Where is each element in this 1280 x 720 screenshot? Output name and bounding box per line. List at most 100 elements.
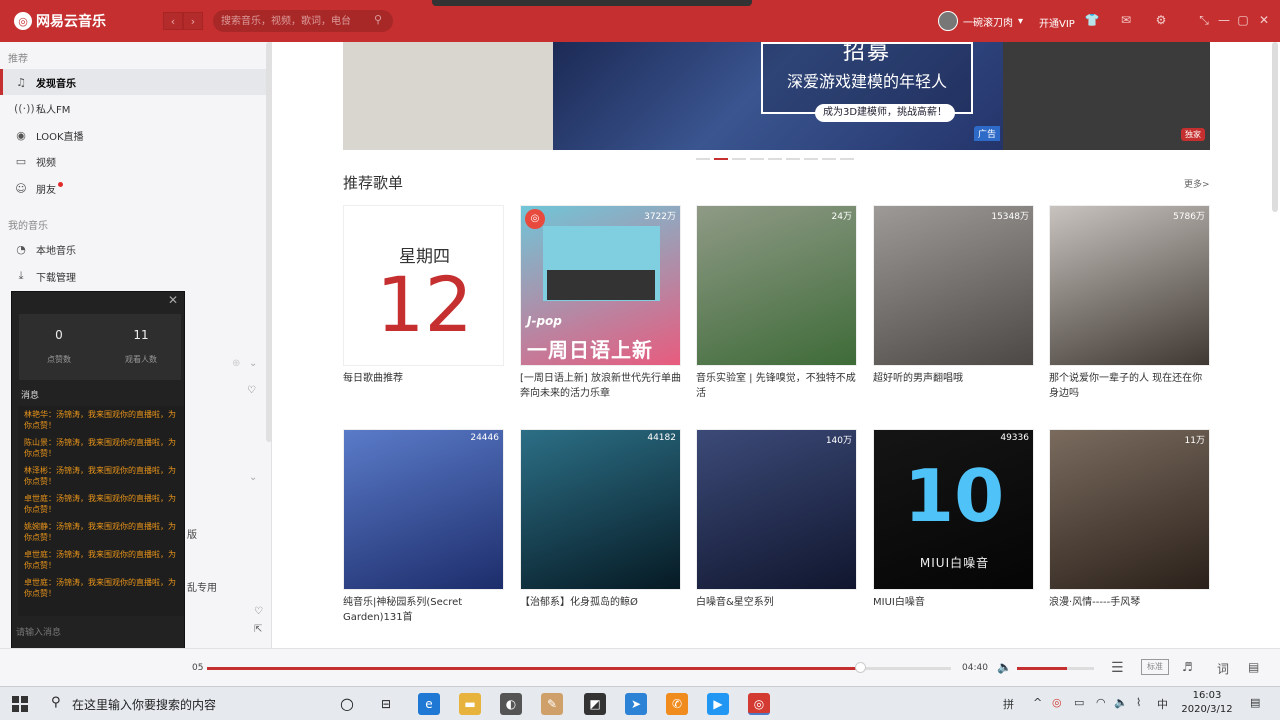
edge-icon[interactable]: e <box>418 693 440 715</box>
card-title[interactable]: 那个说爱你一辈子的人 现在还在你身边吗 <box>1049 371 1210 401</box>
file-explorer-icon[interactable]: ▬ <box>459 693 481 715</box>
caret-down-icon[interactable]: ▾ <box>1018 16 1023 27</box>
search-input[interactable] <box>213 10 393 32</box>
playlist-cover[interactable]: 140万 <box>696 429 857 590</box>
chevron-down-icon[interactable]: ⌄ <box>249 358 257 369</box>
carousel-dot[interactable] <box>732 158 746 160</box>
share-icon[interactable]: ⇱ <box>254 624 262 635</box>
volume-icon[interactable]: 🔈 <box>997 660 1012 674</box>
sound-effect-icon[interactable]: ♬ <box>1182 660 1193 674</box>
search-icon[interactable]: ⚲ <box>374 14 386 26</box>
carousel-dot[interactable] <box>804 158 818 160</box>
sidebar-item-discover[interactable]: ♫ 发现音乐 <box>0 69 266 95</box>
banner-prev-slide[interactable] <box>343 42 553 150</box>
cortana-icon[interactable]: ○ <box>336 693 358 715</box>
tray-icon[interactable]: ⌇ <box>1136 696 1141 709</box>
app-icon[interactable]: ◐ <box>500 693 522 715</box>
notification-icon[interactable]: ▤ <box>1250 696 1260 709</box>
playlist-card[interactable]: 15348万超好听的男声翻唱哦 <box>873 205 1034 386</box>
sidebar-item-downloads[interactable]: ⤓ 下载管理 <box>0 263 266 289</box>
ime-label[interactable]: 中 <box>1157 696 1168 712</box>
sidebar-playlist-fragment[interactable]: 乱专用 <box>187 579 217 594</box>
carousel-dot[interactable] <box>840 158 854 160</box>
windows-start-icon[interactable] <box>12 696 28 712</box>
message-list[interactable]: 林艳华：汤锦涛，我来围观你的直播啦，为你点赞！ 陈山景：汤锦涛，我来围观你的直播… <box>18 406 184 616</box>
app-icon[interactable]: ➤ <box>625 693 647 715</box>
progress-knob[interactable] <box>855 662 867 673</box>
playlist-card[interactable]: 24446 纯音乐|神秘园系列(Secret Garden)131首 <box>343 429 504 625</box>
message-input[interactable] <box>16 620 180 644</box>
playlist-cover[interactable]: 44182 <box>520 429 681 590</box>
mail-icon[interactable]: ✉ <box>1118 12 1134 28</box>
settings-gear-icon[interactable]: ⚙ <box>1153 12 1169 28</box>
card-title[interactable]: 【治郁系】化身孤岛的鲸Ø <box>520 595 681 610</box>
quality-button[interactable]: 标准 <box>1141 659 1169 675</box>
volume-icon[interactable]: 🔈 <box>1114 696 1128 709</box>
close-icon[interactable]: ✕ <box>1256 12 1272 28</box>
netease-tray-icon[interactable]: ◎ <box>1052 696 1062 709</box>
card-title[interactable]: 超好听的男声翻唱哦 <box>873 371 1034 386</box>
playlist-card[interactable]: 49336 10 MIUI白噪音 MIUI白噪音 <box>873 429 1034 610</box>
maximize-icon[interactable]: ▢ <box>1235 12 1251 28</box>
daily-cover[interactable]: 星期四 12 <box>343 205 504 366</box>
playlist-card[interactable]: 3722万 ◎ J-pop 一周日语上新 [一周日语上新] 放浪新世代先行单曲 奔向未来… <box>520 205 681 401</box>
playlist-cover[interactable]: 5786万 <box>1049 205 1210 366</box>
sidebar-item-local-music[interactable]: ◔ 本地音乐 <box>0 236 266 262</box>
playlist-cover[interactable]: 49336 10 MIUI白噪音 <box>873 429 1034 590</box>
close-icon[interactable]: ✕ <box>168 293 178 307</box>
paint-icon[interactable]: ✎ <box>541 693 563 715</box>
minimize-icon[interactable]: — <box>1216 12 1232 28</box>
playlist-cover[interactable]: 11万 <box>1049 429 1210 590</box>
avatar[interactable] <box>938 11 958 31</box>
sidebar-item-friends[interactable]: ☺ 朋友 <box>0 175 266 201</box>
carousel-dot[interactable] <box>822 158 836 160</box>
daily-recommend-card[interactable]: 星期四 12 每日歌曲推荐 <box>343 205 504 386</box>
heart-mode-icon[interactable]: ♡ <box>247 385 256 396</box>
create-playlist-icon[interactable]: ⊕ <box>232 358 240 369</box>
sidebar-item-video[interactable]: ▭ 视频 <box>0 148 266 174</box>
sidebar-playlist-fragment[interactable]: 版 <box>187 526 197 541</box>
playlist-mode-icon[interactable]: ☰ <box>1111 660 1124 676</box>
carousel-dot[interactable] <box>768 158 782 160</box>
skin-icon[interactable]: 👕 <box>1084 12 1100 28</box>
card-title[interactable]: 音乐实验室 | 先锋嗅觉，不独特不成活 <box>696 371 857 401</box>
playlist-cover[interactable]: 15348万 <box>873 205 1034 366</box>
mini-mode-icon[interactable]: ⤡ <box>1196 12 1212 28</box>
playlist-cover[interactable]: 3722万 ◎ J-pop 一周日语上新 <box>520 205 681 366</box>
task-view-icon[interactable]: ⊟ <box>375 693 397 715</box>
app-icon[interactable]: ✆ <box>666 693 688 715</box>
app-icon[interactable]: ▶ <box>707 693 729 715</box>
carousel-dot[interactable] <box>786 158 800 160</box>
playlist-card[interactable]: 11万浪漫·风情-----手风琴 <box>1049 429 1210 610</box>
carousel-dot[interactable] <box>714 158 728 160</box>
sidebar-item-look-live[interactable]: ◉ LOOK直播 <box>0 122 266 148</box>
chevron-down-icon[interactable]: ⌄ <box>249 472 257 483</box>
app-logo[interactable]: ◎ 网易云音乐 <box>14 11 106 31</box>
ime-icon[interactable]: 拼 <box>1003 696 1014 712</box>
card-title[interactable]: 纯音乐|神秘园系列(Secret Garden)131首 <box>343 595 504 625</box>
card-title[interactable]: 白噪音&星空系列 <box>696 595 857 610</box>
card-title[interactable]: 浪漫·风情-----手风琴 <box>1049 595 1210 610</box>
card-title[interactable]: MIUI白噪音 <box>873 595 1034 610</box>
search-icon[interactable]: ⚲ <box>51 695 61 710</box>
carousel-dot[interactable] <box>696 158 710 160</box>
netease-music-taskbar-icon[interactable]: ◎ <box>748 693 770 715</box>
playlist-cover[interactable]: 24446 <box>343 429 504 590</box>
sidebar-item-fm[interactable]: ((·)) 私人FM <box>0 95 266 121</box>
taskbar-search[interactable]: 在这里输入你要搜索的内容 <box>72 696 216 713</box>
app-icon[interactable]: ◩ <box>584 693 606 715</box>
banner-carousel[interactable]: 招募 深爱游戏建模的年轻人 成为3D建模师，挑战高薪！ 广告 独家 <box>343 42 1210 150</box>
playlist-card[interactable]: 5786万那个说爱你一辈子的人 现在还在你身边吗 <box>1049 205 1210 401</box>
back-button[interactable]: ‹ <box>163 12 183 30</box>
playlist-card[interactable]: 140万白噪音&星空系列 <box>696 429 857 610</box>
carousel-dot[interactable] <box>750 158 764 160</box>
playlist-card[interactable]: 24万 音乐实验室 | 先锋嗅觉，不独特不成活 <box>696 205 857 401</box>
forward-button[interactable]: › <box>183 12 203 30</box>
card-title[interactable]: [一周日语上新] 放浪新世代先行单曲 奔向未来的活力乐章 <box>520 371 681 401</box>
more-link[interactable]: 更多> <box>1184 177 1210 190</box>
lyrics-icon[interactable]: 词 <box>1217 660 1229 677</box>
chevron-up-icon[interactable]: ^ <box>1033 696 1042 709</box>
clock[interactable]: 16:03 2020/3/12 <box>1180 689 1234 717</box>
progress-track[interactable] <box>207 667 951 670</box>
card-title[interactable]: 每日歌曲推荐 <box>343 371 504 386</box>
